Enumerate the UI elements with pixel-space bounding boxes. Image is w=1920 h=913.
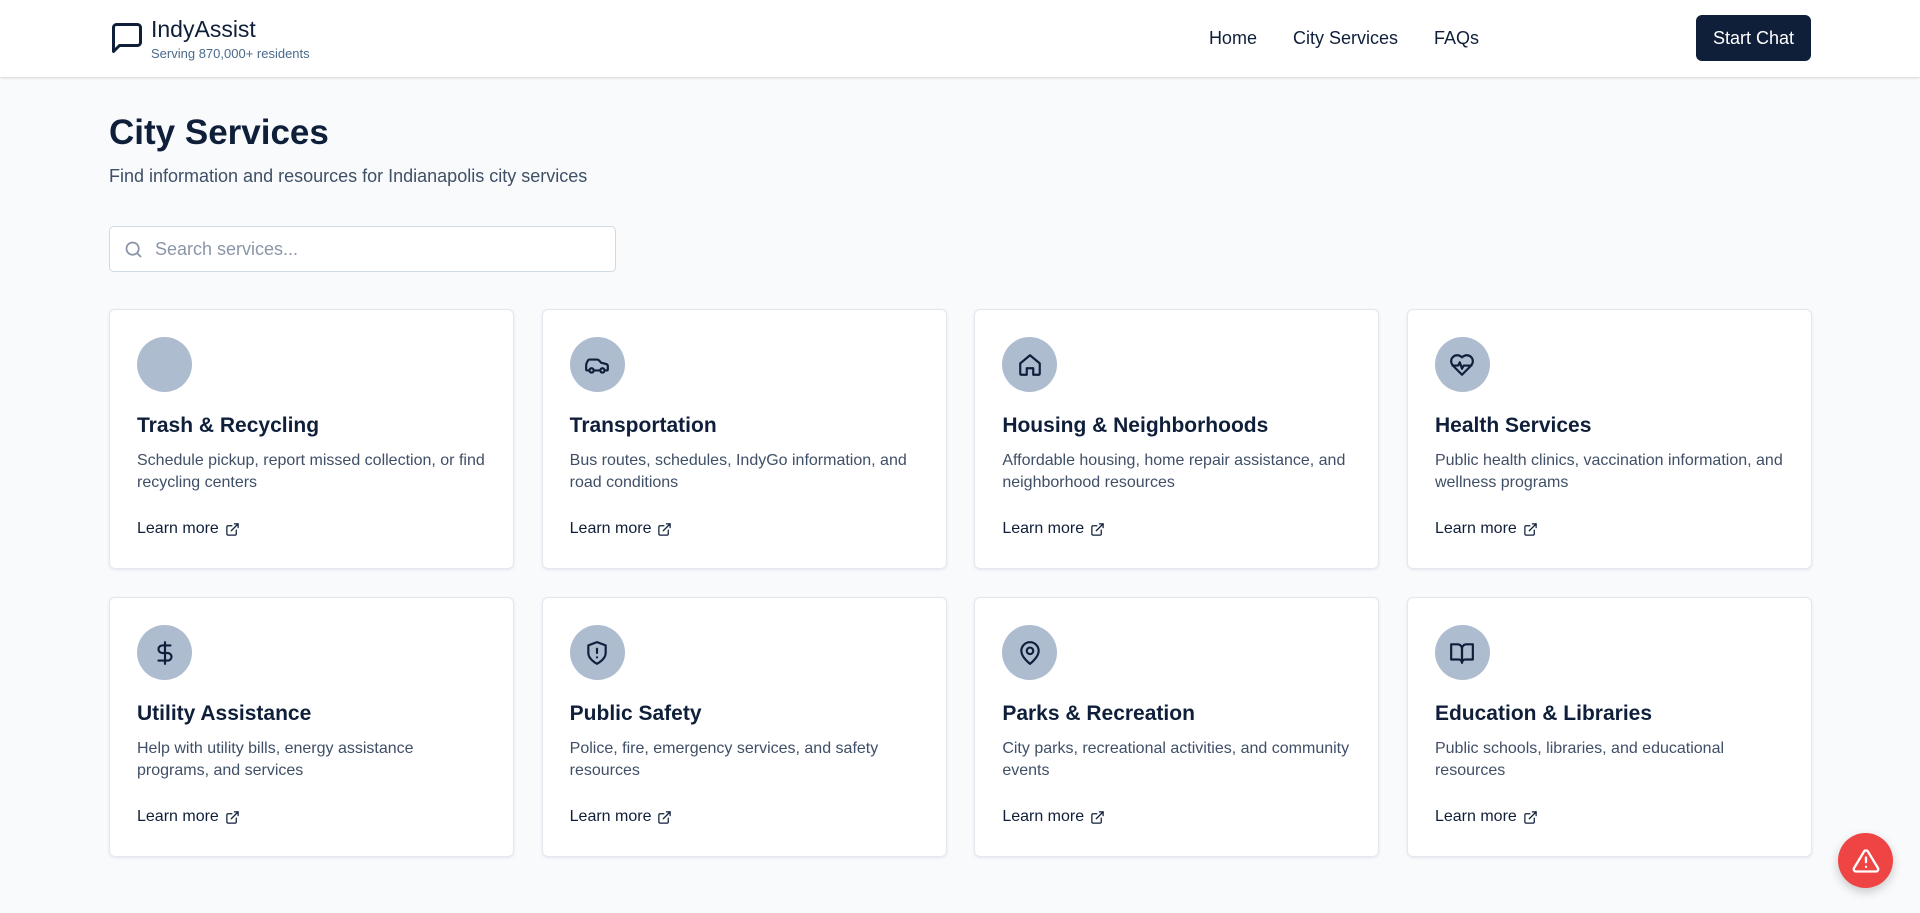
card-icon-circle (569, 625, 625, 680)
heart-pulse-icon (1449, 352, 1475, 378)
learn-more-link[interactable]: Learn more (1435, 808, 1538, 826)
learn-more-label: Learn more (1434, 808, 1517, 825)
external-link-icon (225, 810, 240, 825)
service-title: Health Services (1434, 414, 1592, 437)
external-link-icon (657, 522, 672, 537)
shield-alert-icon (584, 640, 610, 666)
service-title: Utility Assistance (137, 702, 312, 725)
service-card-parks-recreation: Parks & Recreation City parks, recreatio… (974, 597, 1380, 857)
page-subtitle: Find information and resources for India… (109, 166, 588, 186)
service-title: Parks & Recreation (1002, 702, 1195, 725)
home-icon (1017, 352, 1043, 378)
map-pin-icon (1017, 640, 1043, 666)
card-icon-circle (137, 625, 192, 680)
card-icon-circle (1434, 337, 1490, 392)
trash-recycling-icon-circle (137, 337, 192, 392)
search-box (109, 226, 616, 272)
main-nav: Home City Services FAQs (1209, 0, 1479, 77)
brand-name: IndyAssist (151, 16, 256, 42)
service-title: Education & Libraries (1434, 702, 1653, 725)
page-title: City Services (109, 113, 329, 152)
service-title: Trash & Recycling (137, 414, 320, 437)
learn-more-label: Learn more (1002, 808, 1085, 825)
learn-more-label: Learn more (1002, 520, 1085, 537)
chat-bubble-icon (109, 20, 145, 56)
service-card-health-services: Health Services Public health clinics, v… (1406, 309, 1812, 569)
learn-more-label: Learn more (137, 520, 219, 537)
card-icon-circle (1002, 337, 1058, 392)
service-card-utility-assistance: Utility Assistance Help with utility bil… (109, 597, 514, 857)
brand-text: IndyAssist Serving 870,000+ residents (151, 16, 310, 62)
nav-home[interactable]: Home (1209, 28, 1257, 49)
search-input[interactable] (155, 227, 605, 271)
service-card-transportation: Transportation Bus routes, schedules, In… (541, 309, 947, 569)
learn-more-link[interactable]: Learn more (570, 808, 673, 826)
external-link-icon (1523, 522, 1538, 537)
card-icon-circle (1434, 625, 1490, 680)
brand-tagline: Serving 870,000+ residents (151, 46, 310, 61)
learn-more-link[interactable]: Learn more (137, 808, 240, 826)
warning-icon (1852, 847, 1880, 875)
service-description: Schedule pickup, report missed collectio… (137, 452, 485, 491)
card-icon-circle (569, 337, 625, 392)
service-card-trash-recycling: Trash & Recycling Schedule pickup, repor… (109, 309, 514, 569)
service-description: Public health clinics, vaccination infor… (1434, 452, 1783, 491)
service-description: Bus routes, schedules, IndyGo informatio… (569, 452, 907, 491)
service-description: Police, fire, emergency services, and sa… (569, 740, 879, 779)
external-link-icon (657, 810, 672, 825)
learn-more-link[interactable]: Learn more (137, 520, 240, 538)
emergency-alert-button[interactable] (1838, 833, 1893, 888)
learn-more-label: Learn more (569, 808, 652, 825)
search-icon (123, 239, 144, 260)
book-open-icon (1449, 640, 1475, 666)
external-link-icon (1090, 522, 1105, 537)
service-description: Help with utility bills, energy assistan… (137, 740, 414, 779)
learn-more-label: Learn more (1434, 520, 1517, 537)
service-card-education-libraries: Education & Libraries Public schools, li… (1406, 597, 1812, 857)
top-navigation-bar: IndyAssist Serving 870,000+ residents Ho… (0, 0, 1920, 77)
dollar-icon (152, 640, 178, 666)
service-card-housing-neighborhoods: Housing & Neighborhoods Affordable housi… (974, 309, 1380, 569)
services-grid: Trash & Recycling Schedule pickup, repor… (109, 309, 1812, 857)
learn-more-link[interactable]: Learn more (1002, 520, 1105, 538)
learn-more-link[interactable]: Learn more (1002, 808, 1105, 826)
service-description: Affordable housing, home repair assistan… (1002, 452, 1346, 491)
service-description: City parks, recreational activities, and… (1002, 740, 1350, 779)
learn-more-label: Learn more (137, 808, 219, 825)
service-card-public-safety: Public Safety Police, fire, emergency se… (541, 597, 947, 857)
card-icon-circle (1002, 625, 1058, 680)
external-link-icon (1090, 810, 1105, 825)
car-icon (584, 352, 610, 378)
service-title: Public Safety (569, 702, 702, 725)
service-description: Public schools, libraries, and education… (1434, 740, 1725, 779)
learn-more-link[interactable]: Learn more (570, 520, 673, 538)
learn-more-label: Learn more (569, 520, 652, 537)
start-chat-button[interactable]: Start Chat (1696, 15, 1811, 61)
external-link-icon (1523, 810, 1538, 825)
brand[interactable]: IndyAssist Serving 870,000+ residents (109, 16, 310, 62)
nav-city-services[interactable]: City Services (1293, 28, 1398, 49)
service-title: Housing & Neighborhoods (1002, 414, 1269, 437)
service-title: Transportation (569, 414, 717, 437)
learn-more-link[interactable]: Learn more (1435, 520, 1538, 538)
nav-faqs[interactable]: FAQs (1434, 28, 1479, 49)
external-link-icon (225, 522, 240, 537)
